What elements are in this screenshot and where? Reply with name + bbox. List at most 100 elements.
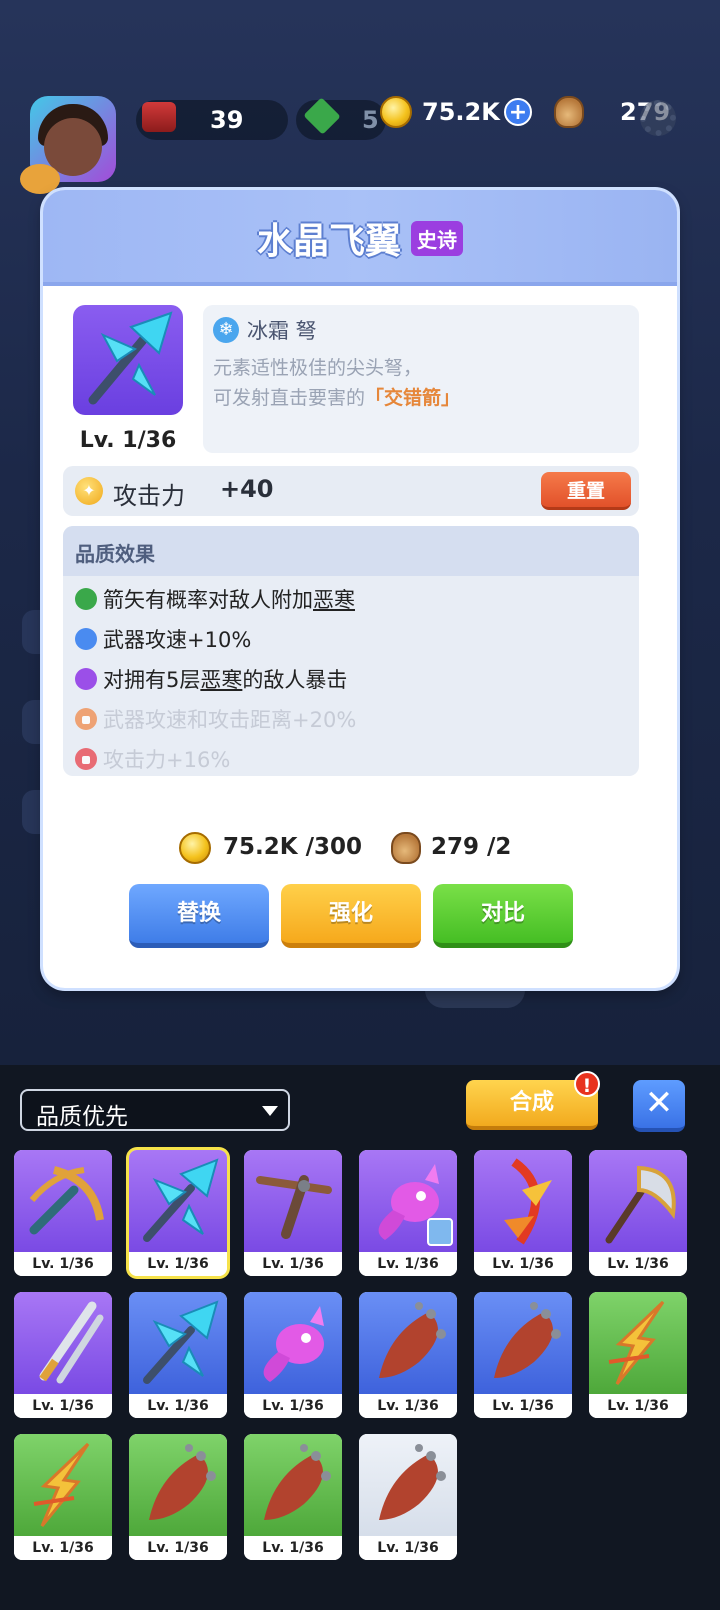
money-bag-icon (554, 96, 584, 128)
item-level: Lv. 1/36 (244, 1252, 342, 1276)
spiked-club-icon (149, 1444, 216, 1520)
inventory-item[interactable]: Lv. 1/36 (359, 1434, 457, 1560)
golden-axe-icon (605, 1165, 676, 1244)
inventory-item[interactable]: Lv. 1/36 (14, 1150, 112, 1276)
bag-cost: 279 /2 (431, 834, 512, 860)
title-row: 水晶飞翼 史诗 (43, 212, 677, 264)
quality-dot-icon (75, 668, 97, 690)
item-art (474, 1150, 572, 1252)
add-coins-button[interactable]: + (504, 98, 532, 126)
coin-icon (380, 96, 412, 128)
item-art (14, 1150, 112, 1252)
lightning-bolt-icon (33, 1442, 90, 1527)
status-term[interactable]: 恶寒 (313, 588, 355, 612)
item-art (359, 1150, 457, 1252)
item-level: Lv. 1/36 (359, 1252, 457, 1276)
item-level: Lv. 1/36 (359, 1536, 457, 1560)
sort-label: 品质优先 (36, 1104, 128, 1130)
money-bag-icon (391, 832, 421, 864)
sort-dropdown[interactable]: 品质优先 (20, 1089, 290, 1131)
fire-bow-icon (504, 1158, 552, 1245)
spiked-club-icon (379, 1302, 446, 1378)
coins-count: 75.2K (422, 98, 500, 126)
inventory-item[interactable]: Lv. 1/36 (244, 1434, 342, 1560)
inventory-item[interactable]: Lv. 1/36 (129, 1150, 227, 1276)
description-box: ❄ 冰霜 弩 元素适性极佳的尖头弩， 可发射直击要害的「交错箭」 (203, 305, 639, 453)
item-art (589, 1292, 687, 1394)
crossbow-gold-icon (29, 1166, 104, 1235)
quality-header: 品质效果 (63, 526, 639, 576)
crystal-crossbow-icon (143, 1158, 219, 1242)
inventory-item[interactable]: Lv. 1/36 (359, 1292, 457, 1418)
effect-text-part: 对拥有5层 (103, 668, 201, 692)
replace-button[interactable]: 替换 (129, 884, 269, 948)
status-term[interactable]: 恶寒 (200, 668, 242, 692)
inventory-item[interactable]: Lv. 1/36 (244, 1150, 342, 1276)
weapon-icon-box (73, 305, 183, 415)
effect-text: 对拥有5层恶寒的敌人暴击 (103, 664, 347, 694)
item-level: Lv. 1/36 (589, 1252, 687, 1276)
item-level: Lv. 1/36 (244, 1536, 342, 1560)
attack-stat-row: ✦ 攻击力 +40 重置 (63, 466, 639, 516)
coin-icon (179, 832, 211, 864)
item-level: Lv. 1/36 (129, 1252, 227, 1276)
effect-text-part: 的敌人暴击 (242, 668, 348, 692)
effect-text: 箭矢有概率对敌人附加恶寒 (103, 584, 355, 614)
coin-cost: 75.2K /300 (223, 834, 362, 860)
pink-dragon-icon (263, 1306, 324, 1382)
inventory-item[interactable]: Lv. 1/36 (129, 1434, 227, 1560)
item-level: Lv. 1/36 (589, 1394, 687, 1418)
inventory-item[interactable]: Lv. 1/36 (474, 1292, 572, 1418)
crystal-crossbow-icon (143, 1300, 219, 1384)
item-art (244, 1292, 342, 1394)
inventory-item[interactable]: Lv. 1/36 (129, 1292, 227, 1418)
inventory-item[interactable]: Lv. 1/36 (359, 1150, 457, 1276)
inventory-item[interactable]: Lv. 1/36 (14, 1292, 112, 1418)
books-count: 39 (210, 106, 244, 134)
inventory-item[interactable]: Lv. 1/36 (589, 1150, 687, 1276)
locked-quality-effect: 攻击力+16% (75, 744, 230, 774)
inventory-item[interactable]: Lv. 1/36 (14, 1434, 112, 1560)
compare-button[interactable]: 对比 (433, 884, 573, 948)
coins-counter: 75.2K + (380, 92, 540, 132)
book-icon (142, 102, 176, 132)
item-level: Lv. 1/36 (244, 1394, 342, 1418)
upgrade-button[interactable]: 强化 (281, 884, 421, 948)
close-button[interactable]: ✕ (633, 1080, 685, 1132)
weapon-type: 冰霜 弩 (247, 319, 317, 343)
rarity-badge: 史诗 (411, 220, 463, 256)
item-level: Lv. 1/36 (474, 1394, 572, 1418)
effect-text-part: 攻击力+16% (103, 748, 231, 772)
effect-text: 武器攻速和攻击距离+20% (103, 704, 356, 734)
skill-name-highlight: 「交错箭」 (365, 387, 461, 409)
item-art (14, 1292, 112, 1394)
upgrade-cost-row: 75.2K /300 279 /2 (43, 830, 677, 870)
inventory-item[interactable]: Lv. 1/36 (474, 1150, 572, 1276)
spiked-club-icon (379, 1444, 446, 1520)
effect-text-part: 箭矢有概率对敌人附加 (103, 588, 313, 612)
effect-text: 武器攻速+10% (103, 624, 251, 654)
inventory-item[interactable]: Lv. 1/36 (589, 1292, 687, 1418)
quality-effect: 对拥有5层恶寒的敌人暴击 (75, 664, 347, 694)
lock-icon (75, 748, 97, 770)
attack-label: 攻击力 (113, 482, 185, 510)
crystal-crossbow-icon (88, 311, 173, 405)
item-level: Lv. 1/36 (14, 1536, 112, 1560)
item-art (474, 1292, 572, 1394)
item-title: 水晶飞翼 (256, 221, 401, 262)
item-art (129, 1292, 227, 1394)
gear-icon[interactable] (640, 100, 676, 136)
quality-effect: 箭矢有概率对敌人附加恶寒 (75, 584, 355, 614)
item-art (129, 1434, 227, 1536)
item-art (14, 1434, 112, 1536)
item-level: Lv. 1/36 (79, 428, 177, 453)
inventory-item[interactable]: Lv. 1/36 (244, 1292, 342, 1418)
weapon-type-row: ❄ 冰霜 弩 (213, 315, 317, 345)
spiked-club-icon (264, 1444, 331, 1520)
lock-icon (75, 708, 97, 730)
reset-button[interactable]: 重置 (541, 472, 631, 510)
quality-dot-icon (75, 588, 97, 610)
effect-text-part: 武器攻速和攻击距离+20% (103, 708, 357, 732)
item-level: Lv. 1/36 (129, 1536, 227, 1560)
item-art (359, 1434, 457, 1536)
